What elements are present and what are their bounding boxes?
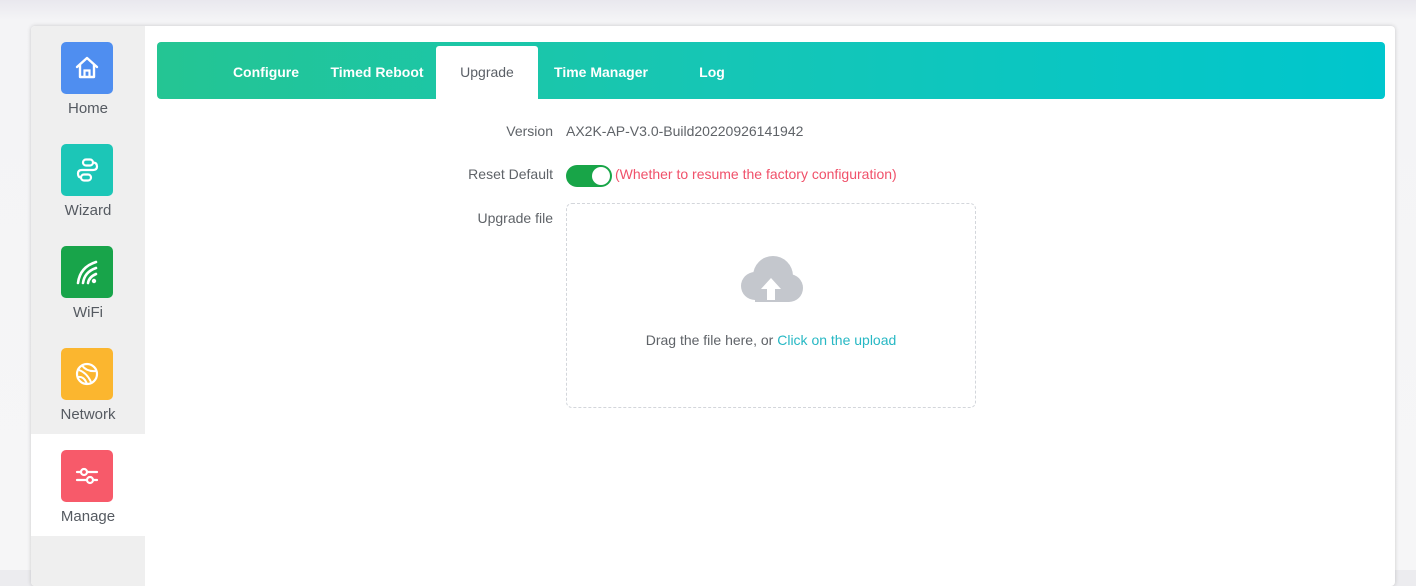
- sidebar-item-network[interactable]: Network: [31, 332, 145, 434]
- tab-log[interactable]: Log: [687, 42, 737, 99]
- tab-timed-reboot[interactable]: Timed Reboot: [321, 42, 433, 99]
- reset-default-hint: (Whether to resume the factory configura…: [615, 166, 897, 182]
- reset-default-toggle[interactable]: [566, 165, 612, 187]
- sidebar-item-label: Home: [67, 100, 108, 117]
- sidebar-item-wifi[interactable]: WiFi: [31, 230, 145, 332]
- wifi-icon: [61, 246, 113, 298]
- version-value: AX2K-AP-V3.0-Build20220926141942: [566, 123, 804, 139]
- sidebar-item-home[interactable]: Home: [31, 26, 145, 128]
- app-window: Home Wizard WiFi Network Manage Configur…: [31, 26, 1395, 586]
- globe-icon: [61, 348, 113, 400]
- sidebar-item-manage[interactable]: Manage: [31, 434, 145, 536]
- sidebar: Home Wizard WiFi Network Manage: [31, 26, 145, 586]
- version-label: Version: [506, 123, 553, 139]
- tab-upgrade[interactable]: Upgrade: [436, 46, 538, 99]
- tab-configure[interactable]: Configure: [221, 42, 311, 99]
- home-icon: [61, 42, 113, 94]
- sidebar-item-label: Network: [60, 406, 116, 423]
- tab-time-manager[interactable]: Time Manager: [542, 42, 660, 99]
- page-background: Home Wizard WiFi Network Manage Configur…: [0, 0, 1416, 586]
- upload-link[interactable]: Click on the upload: [777, 332, 896, 348]
- sliders-icon: [61, 450, 113, 502]
- sidebar-item-label: Wizard: [64, 202, 112, 219]
- cloud-upload-icon: [735, 252, 807, 308]
- sidebar-item-label: WiFi: [73, 304, 103, 321]
- reset-default-label: Reset Default: [468, 166, 553, 182]
- wizard-icon: [61, 144, 113, 196]
- sidebar-item-wizard[interactable]: Wizard: [31, 128, 145, 230]
- tab-bar: Configure Timed Reboot Upgrade Time Mana…: [157, 42, 1385, 99]
- sidebar-item-label: Manage: [60, 508, 116, 525]
- upload-dropzone[interactable]: Drag the file here, or Click on the uplo…: [566, 203, 976, 408]
- upgrade-file-label: Upgrade file: [477, 210, 554, 226]
- toggle-knob: [592, 167, 610, 185]
- drop-text: Drag the file here, or: [645, 332, 774, 348]
- upload-instructions: Drag the file here, or Click on the uplo…: [567, 332, 975, 348]
